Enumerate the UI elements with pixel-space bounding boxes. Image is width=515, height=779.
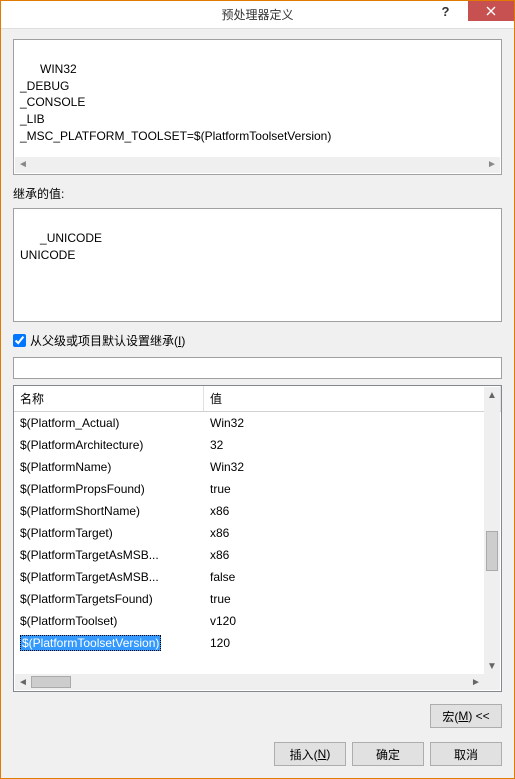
macro-value: true (204, 590, 501, 608)
macro-name: $(PlatformTargetsFound) (14, 590, 204, 608)
v-scroll-track[interactable] (484, 403, 500, 658)
table-row[interactable]: $(PlatformTargetsFound)true (14, 588, 501, 610)
scroll-left-icon[interactable]: ◄ (15, 674, 31, 690)
h-scroll-thumb[interactable] (31, 676, 71, 688)
definitions-textarea[interactable]: WIN32 _DEBUG _CONSOLE _LIB _MSC_PLATFORM… (13, 39, 502, 175)
table-header: 名称 值 (14, 386, 501, 412)
table-row[interactable]: $(PlatformShortName)x86 (14, 500, 501, 522)
table-row[interactable]: $(PlatformArchitecture)32 (14, 434, 501, 456)
table-row[interactable]: $(PlatformTarget)x86 (14, 522, 501, 544)
definitions-text: WIN32 _DEBUG _CONSOLE _LIB _MSC_PLATFORM… (20, 62, 331, 143)
macro-name: $(Platform_Actual) (14, 414, 204, 432)
table-row[interactable]: $(PlatformTargetAsMSB...x86 (14, 544, 501, 566)
scroll-left-icon[interactable]: ◄ (15, 157, 31, 173)
h-scrollbar[interactable]: ◄ ► (15, 157, 500, 173)
macro-value: 32 (204, 436, 501, 454)
macro-name: $(PlatformTargetAsMSB... (14, 546, 204, 564)
column-value[interactable]: 值 (204, 386, 501, 411)
table-row[interactable]: $(PlatformTargetAsMSB...false (14, 566, 501, 588)
close-button[interactable] (468, 1, 514, 21)
macro-name: $(PlatformTarget) (14, 524, 204, 542)
column-name[interactable]: 名称 (14, 386, 204, 411)
macro-value: v120 (204, 612, 501, 630)
v-scroll-thumb[interactable] (486, 531, 498, 571)
macros-button[interactable]: 宏(M) << (430, 704, 502, 728)
table-row[interactable]: $(PlatformPropsFound)true (14, 478, 501, 500)
macro-name: $(PlatformName) (14, 458, 204, 476)
title-bar: 预处理器定义 ? (1, 1, 514, 29)
macro-name: $(PlatformToolset) (14, 612, 204, 630)
titlebar-buttons: ? (423, 1, 514, 28)
help-button[interactable]: ? (423, 1, 468, 21)
inherited-label: 继承的值: (13, 185, 502, 202)
macro-value: 120 (204, 634, 501, 652)
v-scrollbar[interactable]: ▲ ▼ (484, 387, 500, 674)
scroll-right-icon[interactable]: ► (468, 674, 484, 690)
macro-name: $(PlatformShortName) (14, 502, 204, 520)
h-scroll-track[interactable] (31, 674, 468, 690)
macro-name: $(PlatformPropsFound) (14, 480, 204, 498)
table-row[interactable]: $(PlatformName)Win32 (14, 456, 501, 478)
table-row[interactable]: $(Platform_Actual)Win32 (14, 412, 501, 434)
inherit-checkbox-row[interactable]: 从父级或项目默认设置继承(I) (13, 332, 502, 349)
inherited-textarea[interactable]: _UNICODE UNICODE (13, 208, 502, 322)
macros-button-row: 宏(M) << (13, 704, 502, 728)
scroll-up-icon[interactable]: ▲ (484, 387, 500, 403)
insert-button[interactable]: 插入(N) (274, 742, 346, 766)
macro-value: x86 (204, 546, 501, 564)
scroll-right-icon[interactable]: ► (484, 157, 500, 173)
table-row[interactable]: $(PlatformToolsetVersion)120 (14, 632, 501, 654)
h-scrollbar-table[interactable]: ◄ ► (15, 674, 484, 690)
scroll-corner (484, 674, 500, 690)
table-body: $(Platform_Actual)Win32$(PlatformArchite… (14, 412, 501, 691)
macro-value: x86 (204, 502, 501, 520)
dialog-window: 预处理器定义 ? WIN32 _DEBUG _CONSOLE _LIB _MSC… (0, 0, 515, 779)
ok-button[interactable]: 确定 (352, 742, 424, 766)
table-row[interactable]: $(PlatformToolset)v120 (14, 610, 501, 632)
inherit-checkbox-label: 从父级或项目默认设置继承(I) (30, 332, 185, 349)
result-textbox[interactable] (13, 357, 502, 379)
macro-value: Win32 (204, 458, 501, 476)
macro-value: Win32 (204, 414, 501, 432)
macro-value: true (204, 480, 501, 498)
macro-value: false (204, 568, 501, 586)
dialog-body: WIN32 _DEBUG _CONSOLE _LIB _MSC_PLATFORM… (1, 29, 514, 778)
macro-name: $(PlatformToolsetVersion) (14, 634, 204, 652)
macro-name: $(PlatformArchitecture) (14, 436, 204, 454)
macro-name: $(PlatformTargetAsMSB... (14, 568, 204, 586)
macro-value: x86 (204, 524, 501, 542)
inherited-text: _UNICODE UNICODE (20, 231, 102, 262)
close-icon (486, 6, 496, 16)
inherit-checkbox[interactable] (13, 334, 26, 347)
scroll-down-icon[interactable]: ▼ (484, 658, 500, 674)
macros-table: 名称 值 $(Platform_Actual)Win32$(PlatformAr… (13, 385, 502, 692)
cancel-button[interactable]: 取消 (430, 742, 502, 766)
dialog-buttons: 插入(N) 确定 取消 (13, 742, 502, 766)
